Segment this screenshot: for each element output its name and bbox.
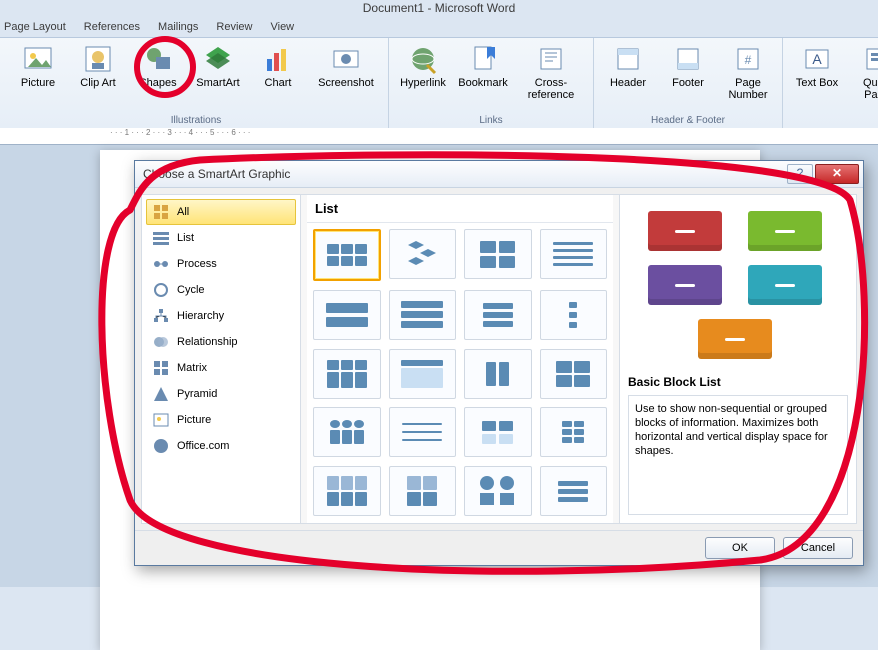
- matrix-icon: [153, 360, 169, 376]
- category-hierarchy[interactable]: Hierarchy: [146, 303, 296, 329]
- gallery-thumb[interactable]: [313, 229, 381, 281]
- screenshot-icon: [330, 43, 362, 75]
- category-process[interactable]: Process: [146, 251, 296, 277]
- hyperlink-icon: [407, 43, 439, 75]
- gallery-thumb[interactable]: [464, 466, 532, 516]
- quickparts-button[interactable]: Quick Parts: [849, 40, 878, 104]
- picture-button[interactable]: Picture: [10, 40, 66, 92]
- picture-icon: [22, 43, 54, 75]
- gallery-thumb[interactable]: [540, 466, 608, 516]
- gallery-thumb[interactable]: [389, 466, 457, 516]
- group-links-label: Links: [479, 115, 502, 126]
- preview-canvas: [638, 211, 838, 361]
- dialog-button-row: OK Cancel: [135, 530, 863, 565]
- gallery-thumb[interactable]: [389, 407, 457, 457]
- header-button[interactable]: Header: [600, 40, 656, 92]
- shapes-button[interactable]: Shapes: [130, 40, 186, 92]
- gallery-thumb[interactable]: [313, 290, 381, 340]
- footer-button[interactable]: Footer: [660, 40, 716, 92]
- svg-text:#: #: [745, 53, 752, 67]
- gallery-thumb[interactable]: [389, 229, 457, 279]
- dialog-help-button[interactable]: ?: [787, 164, 813, 184]
- ribbon: Picture Clip Art Shapes SmartArt Chart S…: [0, 37, 878, 129]
- tab-references[interactable]: References: [84, 21, 140, 33]
- tab-page-layout[interactable]: Page Layout: [4, 21, 66, 33]
- category-pyramid[interactable]: Pyramid: [146, 381, 296, 407]
- chart-icon: [262, 43, 294, 75]
- category-officecom[interactable]: Office.com: [146, 433, 296, 459]
- quickparts-icon: [861, 43, 878, 75]
- ruler: · · · 1 · · · 2 · · · 3 · · · 4 · · · 5 …: [0, 128, 878, 145]
- gallery-thumb[interactable]: [464, 290, 532, 340]
- tab-view[interactable]: View: [270, 21, 294, 33]
- footer-icon: [672, 43, 704, 75]
- smartart-button[interactable]: SmartArt: [190, 40, 246, 92]
- screenshot-button[interactable]: Screenshot: [310, 40, 382, 92]
- smartart-icon: [202, 43, 234, 75]
- pagenum-button[interactable]: # Page Number: [720, 40, 776, 104]
- hyperlink-button[interactable]: Hyperlink: [395, 40, 451, 92]
- hierarchy-icon: [153, 308, 169, 324]
- header-icon: [612, 43, 644, 75]
- preview-pane: Basic Block List Use to show non-sequent…: [619, 195, 856, 523]
- gallery-thumb[interactable]: [540, 290, 608, 340]
- gallery-thumb[interactable]: [464, 229, 532, 279]
- category-cycle[interactable]: Cycle: [146, 277, 296, 303]
- cancel-button[interactable]: Cancel: [783, 537, 853, 559]
- gallery-thumb[interactable]: [389, 290, 457, 340]
- category-all[interactable]: All: [146, 199, 296, 225]
- gallery-thumb[interactable]: [313, 349, 381, 399]
- pyramid-icon: [153, 386, 169, 402]
- textbox-icon: A: [801, 43, 833, 75]
- tab-mailings[interactable]: Mailings: [158, 21, 198, 33]
- gallery: List: [307, 195, 613, 523]
- office-icon: [153, 438, 169, 454]
- process-icon: [153, 256, 169, 272]
- gallery-thumb[interactable]: [389, 349, 457, 399]
- crossref-icon: [535, 43, 567, 75]
- ribbon-tabs: Page Layout References Mailings Review V…: [0, 19, 878, 37]
- relationship-icon: [153, 334, 169, 350]
- category-list: All List Process Cycle Hierarchy Relatio…: [142, 195, 301, 523]
- dialog-titlebar: Choose a SmartArt Graphic ? ✕: [135, 161, 863, 188]
- category-relationship[interactable]: Relationship: [146, 329, 296, 355]
- gallery-thumb[interactable]: [540, 407, 608, 457]
- clipart-icon: [82, 43, 114, 75]
- shapes-icon: [142, 43, 174, 75]
- category-list[interactable]: List: [146, 225, 296, 251]
- svg-text:A: A: [812, 51, 822, 67]
- gallery-grid: [307, 223, 613, 523]
- crossref-button[interactable]: Cross-reference: [515, 40, 587, 104]
- group-headerfooter-label: Header & Footer: [651, 115, 725, 126]
- clipart-button[interactable]: Clip Art: [70, 40, 126, 92]
- gallery-thumb[interactable]: [540, 349, 608, 399]
- category-picture[interactable]: Picture: [146, 407, 296, 433]
- bookmark-icon: [467, 43, 499, 75]
- preview-description: Use to show non-sequential or grouped bl…: [628, 395, 848, 515]
- group-illustrations-label: Illustrations: [171, 115, 222, 126]
- gallery-thumb[interactable]: [464, 349, 532, 399]
- preview-title: Basic Block List: [628, 375, 848, 389]
- gallery-thumb[interactable]: [313, 407, 381, 457]
- gallery-thumb[interactable]: [313, 466, 381, 516]
- bookmark-button[interactable]: Bookmark: [455, 40, 511, 92]
- gallery-heading: List: [307, 195, 613, 223]
- dialog-title: Choose a SmartArt Graphic: [143, 167, 290, 181]
- ok-button[interactable]: OK: [705, 537, 775, 559]
- list-icon: [153, 230, 169, 246]
- cycle-icon: [153, 282, 169, 298]
- textbox-button[interactable]: A Text Box: [789, 40, 845, 92]
- chart-button[interactable]: Chart: [250, 40, 306, 92]
- category-matrix[interactable]: Matrix: [146, 355, 296, 381]
- gallery-thumb[interactable]: [540, 229, 608, 279]
- app-title: Document1 - Microsoft Word: [0, 0, 878, 19]
- picture-cat-icon: [153, 412, 169, 428]
- dialog-close-button[interactable]: ✕: [815, 164, 859, 184]
- smartart-dialog: Choose a SmartArt Graphic ? ✕ All List P…: [134, 160, 864, 566]
- tab-review[interactable]: Review: [216, 21, 252, 33]
- pagenum-icon: #: [732, 43, 764, 75]
- all-icon: [153, 204, 169, 220]
- gallery-thumb[interactable]: [464, 407, 532, 457]
